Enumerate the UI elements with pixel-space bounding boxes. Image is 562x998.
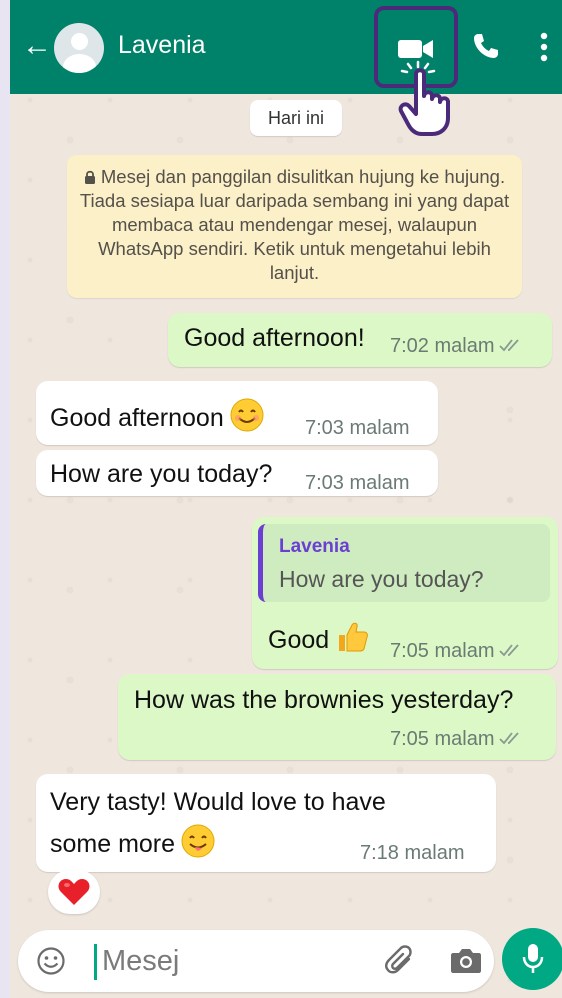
mic-icon xyxy=(522,944,544,973)
quoted-text: How are you today? xyxy=(279,566,484,592)
message-bubble-incoming[interactable]: How are you today? 7:03 malam xyxy=(36,450,438,496)
back-arrow-icon[interactable]: ← xyxy=(22,26,52,66)
message-time: 7:03 malam xyxy=(305,417,410,439)
yum-face-icon xyxy=(181,824,215,858)
message-text: How was the brownies yesterday? xyxy=(134,686,514,714)
quoted-message[interactable]: Lavenia How are you today? xyxy=(258,524,550,602)
message-time: 7:03 malam xyxy=(305,472,410,494)
message-text: Good afternoon xyxy=(50,398,264,433)
voice-message-button[interactable] xyxy=(502,928,562,990)
video-call-icon[interactable] xyxy=(396,36,436,62)
message-time: 7:05 malam xyxy=(390,640,523,663)
encryption-notice-text: Mesej dan panggilan disulitkan hujung ke… xyxy=(79,166,510,283)
message-input[interactable] xyxy=(102,940,372,982)
encryption-notice[interactable]: Mesej dan panggilan disulitkan hujung ke… xyxy=(67,155,522,298)
message-text: Good afternoon! xyxy=(184,324,365,352)
avatar[interactable] xyxy=(54,23,104,73)
message-text-line2: some more xyxy=(50,824,215,859)
text-caret xyxy=(94,944,97,980)
smiling-face-icon xyxy=(230,398,264,432)
message-bubble-outgoing[interactable]: Good afternoon! 7:02 malam xyxy=(168,313,552,367)
read-receipt-icon xyxy=(498,644,519,657)
message-text: Good xyxy=(268,620,369,655)
message-text: How are you today? xyxy=(50,460,273,488)
chat-screen: ← Lavenia Hari ini Mesej dan panggilan d… xyxy=(10,0,562,998)
tap-hand-icon xyxy=(398,68,450,136)
attach-icon[interactable] xyxy=(384,944,418,978)
lock-icon xyxy=(84,170,95,184)
voice-call-icon[interactable] xyxy=(472,32,500,60)
more-options-icon[interactable] xyxy=(540,32,548,62)
message-bubble-incoming[interactable]: Good afternoon 7:03 malam xyxy=(36,381,438,445)
read-receipt-icon xyxy=(498,339,519,352)
message-time: 7:18 malam xyxy=(360,842,465,864)
contact-name[interactable]: Lavenia xyxy=(118,31,206,60)
message-composer xyxy=(18,930,494,992)
message-text-line1: Very tasty! Would love to have xyxy=(50,788,386,816)
camera-icon[interactable] xyxy=(450,946,482,974)
emoji-icon[interactable] xyxy=(36,946,66,976)
thumbs-up-icon xyxy=(339,622,369,652)
quoted-sender: Lavenia xyxy=(279,536,350,557)
chat-header: ← Lavenia xyxy=(10,0,562,136)
message-bubble-incoming[interactable]: Very tasty! Would love to have some more… xyxy=(36,774,496,872)
message-time: 7:05 malam xyxy=(390,728,523,751)
heart-icon xyxy=(58,879,90,905)
reaction-chip[interactable] xyxy=(48,870,100,914)
message-time: 7:02 malam xyxy=(390,335,523,358)
read-receipt-icon xyxy=(498,732,519,745)
date-chip: Hari ini xyxy=(250,100,342,136)
message-bubble-outgoing[interactable]: How was the brownies yesterday? 7:05 mal… xyxy=(118,674,556,760)
